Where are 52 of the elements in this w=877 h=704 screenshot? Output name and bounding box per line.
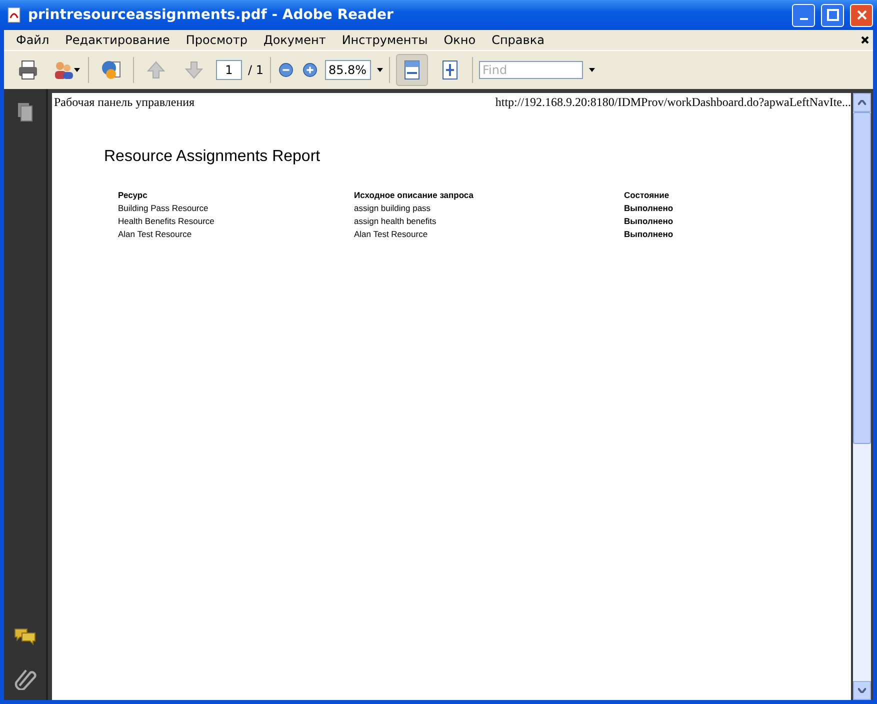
printer-icon <box>17 59 39 81</box>
people-icon <box>52 59 74 81</box>
table-cell-text: Health Benefits Resource <box>118 216 216 226</box>
maximize-button[interactable] <box>821 4 844 26</box>
zoom-out-icon <box>276 61 294 79</box>
up-arrow-icon <box>145 59 167 81</box>
menu-item[interactable]: Справка <box>484 33 552 47</box>
scroll-down-button[interactable] <box>853 681 871 700</box>
column-header: Исходное описание запроса <box>354 190 474 200</box>
page-number-field[interactable]: 1 <box>216 60 242 80</box>
column-header: Состояние <box>624 190 670 200</box>
table-cell-text: Building Pass Resource <box>118 203 210 213</box>
page-total: / 1 <box>248 63 264 77</box>
find-field[interactable]: Find <box>478 61 582 79</box>
caret-icon <box>74 68 80 72</box>
page-header-url: http://192.168.9.20:8180/IDMProv/workDashboard.do?apwaLeftNavIte... <box>495 95 851 110</box>
minimize-icon <box>800 18 808 20</box>
menu-item[interactable]: Окно <box>436 33 484 47</box>
caret-icon[interactable] <box>588 68 594 72</box>
scroll-thumb[interactable] <box>853 112 871 444</box>
fit-width-button[interactable] <box>396 54 428 86</box>
table-cell-text: assign health benefits <box>354 216 438 226</box>
window-title: printresourceassignments.pdf - Adobe Reader <box>28 7 394 23</box>
caret-icon[interactable] <box>376 68 382 72</box>
comments-icon <box>12 626 38 648</box>
down-arrow-icon <box>183 59 205 81</box>
close-icon <box>856 9 868 21</box>
page-header-title: Рабочая панель управления <box>54 95 195 110</box>
pdf-file-icon <box>6 7 22 23</box>
up-chevron-icon <box>858 100 866 105</box>
menu-item[interactable]: Документ <box>255 33 334 47</box>
zoom-field[interactable]: 85.8% <box>324 60 370 80</box>
down-chevron-icon <box>858 688 866 693</box>
menu-item[interactable]: Просмотр <box>178 33 256 47</box>
menu-item[interactable]: Редактирование <box>57 33 178 47</box>
maximize-icon <box>826 9 838 21</box>
table-cell-text: Выполнено <box>624 216 674 226</box>
report-title: Resource Assignments Report <box>104 148 322 166</box>
scroll-up-button[interactable] <box>853 93 871 112</box>
table-cell-text: Выполнено <box>624 203 674 213</box>
zoom-in-icon <box>300 61 318 79</box>
minimize-button[interactable] <box>792 4 815 26</box>
menu-item[interactable]: Файл <box>8 33 58 47</box>
table-cell-text: Выполнено <box>624 229 674 239</box>
close-button[interactable] <box>850 4 873 26</box>
table-cell-text: Alan Test Resource <box>118 229 193 239</box>
scrollbar[interactable] <box>853 93 871 700</box>
table-cell-text: Alan Test Resource <box>354 229 429 239</box>
table-cell-text: assign building pass <box>354 203 432 213</box>
menu-item[interactable]: Инструменты <box>334 33 436 47</box>
close-icon[interactable] <box>861 36 869 44</box>
column-header: Ресурс <box>118 190 148 200</box>
